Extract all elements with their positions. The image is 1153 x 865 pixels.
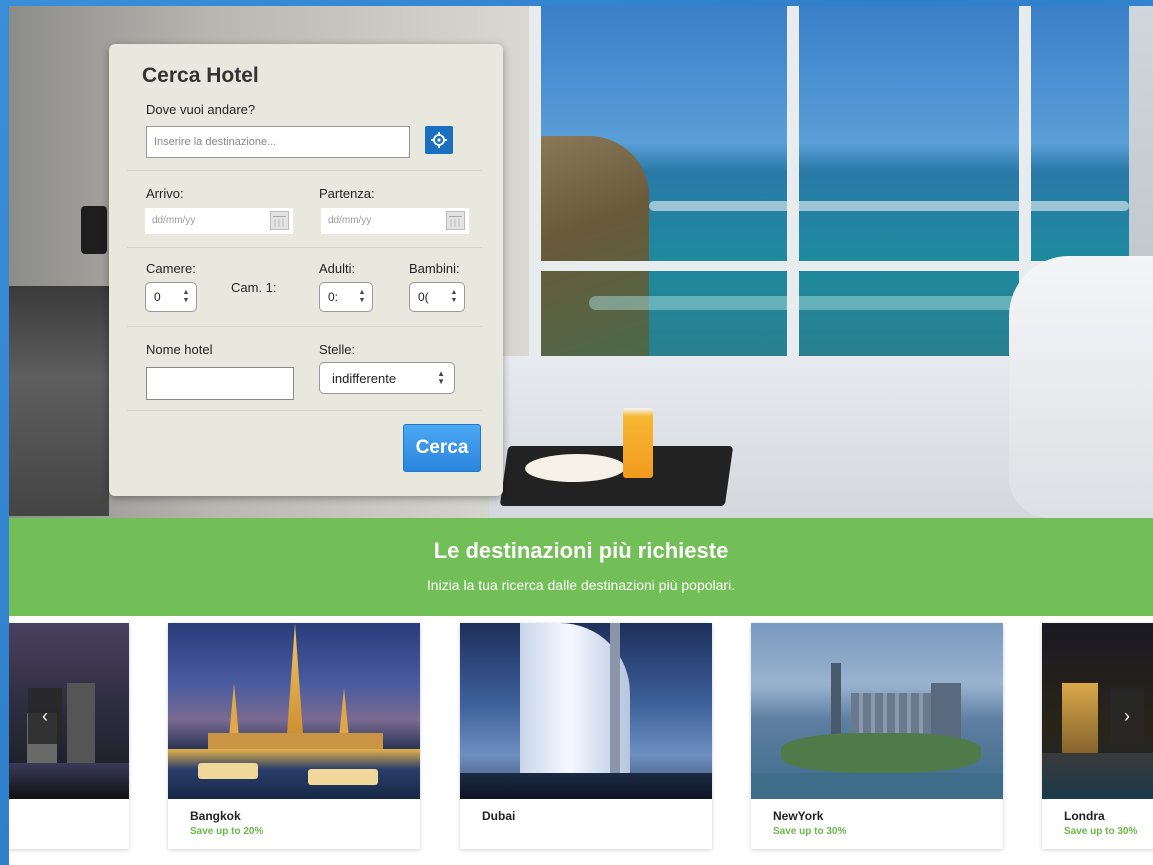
adults-value: 0: [328, 290, 339, 304]
adults-stepper[interactable]: 0: ▲ ▼ [319, 282, 373, 312]
children-value: 0( [418, 290, 429, 304]
hotel-search-panel: Cerca Hotel Dove vuoi andare? Inserire l… [109, 44, 503, 496]
destination-city: Bangkok [190, 809, 241, 823]
destination-city: Dubai [482, 809, 516, 823]
stepper-arrows-icon[interactable]: ▲ ▼ [358, 289, 366, 305]
destination-city: NewYork [773, 809, 824, 823]
hero-pillow [1009, 256, 1153, 518]
destination-image [460, 623, 712, 799]
window-frame [529, 6, 541, 366]
destination-card[interactable]: Bangkok Save up to 20% [168, 623, 420, 849]
destination-image [168, 623, 420, 799]
crosshair-icon [431, 132, 447, 148]
destination-image [751, 623, 1003, 799]
hero-breakfast-tray [499, 446, 734, 506]
departure-date-input[interactable]: dd/mm/yy [321, 208, 469, 234]
hero-image: Cerca Hotel Dove vuoi andare? Inserire l… [9, 6, 1153, 518]
destination-discount: Save up to 30% [1064, 826, 1138, 837]
hotel-name-input[interactable] [146, 367, 294, 400]
stars-label: Stelle: [319, 342, 356, 357]
room-1-label: Cam. 1: [231, 280, 277, 295]
hero-plate [523, 454, 628, 482]
search-button[interactable]: Cerca [403, 424, 481, 472]
children-label: Bambini: [409, 261, 460, 276]
window-frame [787, 6, 799, 366]
stepper-arrows-icon[interactable]: ▲ ▼ [182, 289, 190, 305]
stars-select[interactable]: indifferente ▲ ▼ [319, 362, 455, 394]
rooms-stepper[interactable]: 0 ▲ ▼ [145, 282, 197, 312]
children-stepper[interactable]: 0( ▲ ▼ [409, 282, 465, 312]
stars-selected-value: indifferente [332, 371, 397, 386]
arrival-label: Arrivo: [146, 186, 184, 201]
search-panel-title: Cerca Hotel [142, 64, 259, 87]
hero-juice-glass [623, 408, 653, 478]
banner-title: Le destinazioni più richieste [433, 538, 729, 563]
destination-label: Dove vuoi andare? [146, 102, 256, 117]
arrival-date-input[interactable]: dd/mm/yy [145, 208, 293, 234]
page-frame: Cerca Hotel Dove vuoi andare? Inserire l… [9, 6, 1153, 865]
departure-date-placeholder: dd/mm/yy [328, 215, 372, 226]
hero-wave [649, 201, 1129, 211]
popular-destinations-banner: Le destinazioni più richieste Inizia la … [9, 518, 1153, 616]
stepper-arrows-icon[interactable]: ▲ ▼ [450, 289, 458, 305]
chevron-left-icon: ‹ [42, 705, 48, 726]
destination-input[interactable]: Inserire la destinazione... [146, 126, 410, 158]
destination-image [9, 623, 129, 799]
locate-button[interactable] [425, 126, 453, 154]
destination-card[interactable]: Dubai [460, 623, 712, 849]
destinations-carousel: Bangkok Save up to 20% Dubai NewYork Sav… [9, 616, 1153, 865]
hotel-name-label: Nome hotel [146, 342, 213, 357]
divider [127, 410, 482, 411]
arrival-date-placeholder: dd/mm/yy [152, 215, 196, 226]
rooms-value: 0 [154, 290, 161, 304]
rooms-label: Camere: [146, 261, 196, 276]
destination-card[interactable] [9, 623, 129, 849]
divider [127, 326, 482, 327]
destination-discount: Save up to 20% [190, 826, 264, 837]
hero-cliff [529, 136, 649, 366]
destination-card[interactable]: NewYork Save up to 30% [751, 623, 1003, 849]
destination-discount: Save up to 30% [773, 826, 847, 837]
select-arrows-icon: ▲ ▼ [437, 369, 445, 386]
destination-city: Londra [1064, 809, 1105, 823]
chevron-right-icon: › [1124, 705, 1130, 726]
calendar-icon[interactable] [446, 211, 465, 230]
adults-label: Adulti: [319, 261, 356, 276]
carousel-next-button[interactable]: › [1110, 688, 1144, 744]
calendar-icon[interactable] [270, 211, 289, 230]
divider [127, 247, 482, 248]
hero-vase [81, 206, 107, 254]
banner-subtitle: Inizia la tua ricerca dalle destinazioni… [426, 577, 736, 593]
divider [127, 170, 482, 171]
departure-label: Partenza: [319, 186, 375, 201]
hero-desk [9, 286, 109, 516]
carousel-prev-button[interactable]: ‹ [28, 688, 62, 744]
